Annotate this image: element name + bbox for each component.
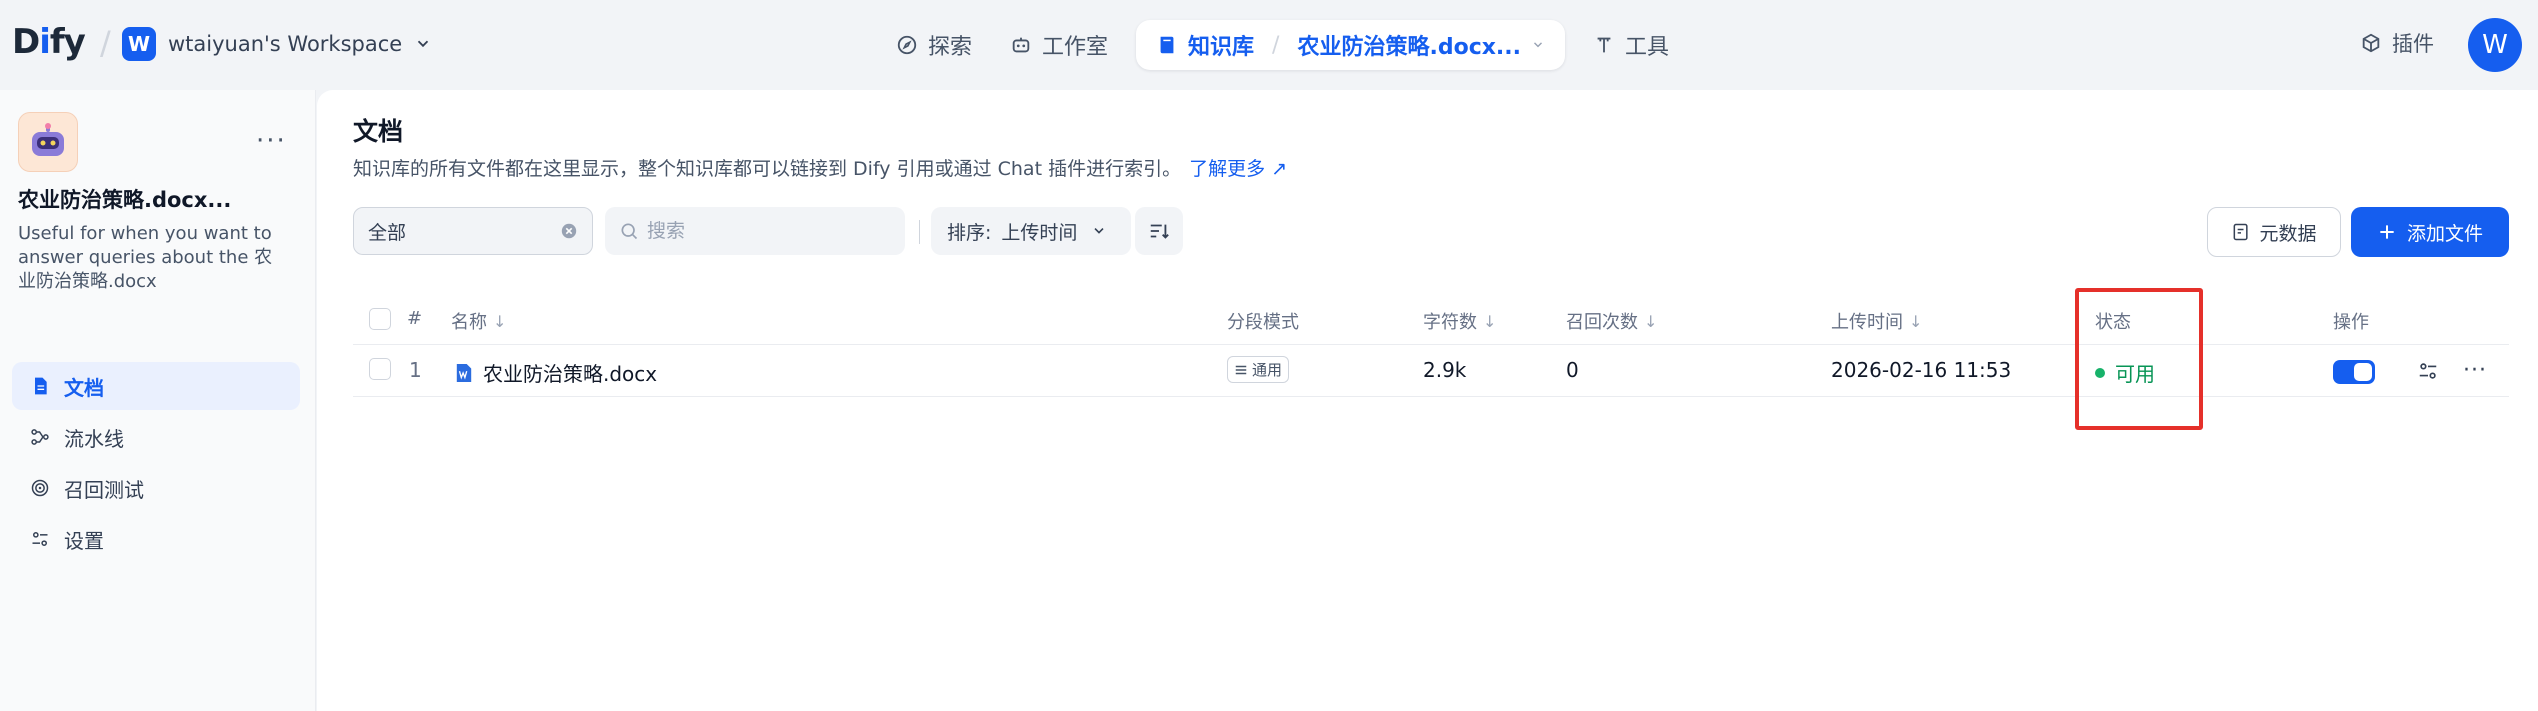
column-mode: 分段模式 <box>1227 312 1299 333</box>
sort-order-button[interactable] <box>1135 207 1183 255</box>
status-filter-select[interactable]: 全部 <box>353 207 593 255</box>
plus-icon <box>2380 225 2394 239</box>
checkbox[interactable] <box>369 308 391 330</box>
target-icon <box>31 479 49 497</box>
edit-document-icon <box>2234 223 2249 241</box>
breadcrumb-dataset[interactable]: 农业防治策略.docx... <box>1297 29 1521 61</box>
sidebar-item-settings[interactable]: 设置 <box>12 515 300 563</box>
column-actions: 操作 <box>2333 312 2369 333</box>
metadata-button[interactable]: 元数据 <box>2207 207 2341 257</box>
clear-icon[interactable] <box>560 222 578 240</box>
status-dot-icon <box>2095 367 2105 378</box>
dify-logo[interactable]: Dify <box>12 22 86 62</box>
enable-toggle[interactable] <box>2333 360 2375 384</box>
status-badge: 可用 <box>2095 358 2155 387</box>
settings-icon <box>2419 363 2437 379</box>
separator: / <box>100 24 111 62</box>
main-content: 文档 知识库的所有文件都在这里显示，整个知识库都可以链接到 Dify 引用或通过… <box>317 90 2538 711</box>
sort-descending-icon <box>1150 224 1169 239</box>
chunk-settings-button[interactable] <box>2417 360 2439 382</box>
column-index: # <box>407 308 423 329</box>
sort-arrow-icon: ↓ <box>1483 311 1497 331</box>
word-file-icon <box>456 363 472 382</box>
checkbox[interactable] <box>369 358 391 380</box>
search-icon <box>621 223 638 240</box>
workspace-switcher[interactable]: W wtaiyuan's Workspace <box>122 27 432 61</box>
learn-more-link[interactable]: 了解更多 ↗ <box>1189 158 1287 180</box>
char-count: 2.9k <box>1423 358 1467 382</box>
chevron-down-icon <box>1094 228 1104 234</box>
tools-icon <box>1597 37 1611 53</box>
nav-studio[interactable]: 工作室 <box>994 20 1124 70</box>
workspace-name: wtaiyuan's Workspace <box>168 32 403 56</box>
sort-arrow-icon: ↓ <box>1644 311 1658 331</box>
sidebar-item-retrieval-test[interactable]: 召回测试 <box>12 464 300 512</box>
search-box <box>605 207 905 255</box>
row-divider <box>353 344 2509 345</box>
chevron-down-icon <box>1534 42 1542 48</box>
nav-knowledge[interactable]: 知识库 / 农业防治策略.docx... <box>1136 20 1565 70</box>
select-all-checkbox[interactable] <box>369 308 391 330</box>
robot-icon <box>32 123 64 156</box>
sort-arrow-icon: ↓ <box>1909 311 1923 331</box>
sidebar-item-documents[interactable]: 文档 <box>12 362 300 410</box>
sidebar-item-pipeline[interactable]: 流水线 <box>12 413 300 461</box>
column-name[interactable]: 名称 ↓ <box>451 308 506 334</box>
sort-arrow-icon: ↓ <box>493 311 507 331</box>
search-input[interactable] <box>647 220 887 242</box>
plugins-button[interactable]: 插件 <box>2360 28 2434 58</box>
nav-explore[interactable]: 探索 <box>880 20 988 70</box>
sidebar-menu: 文档 流水线 召回测试 设置 <box>12 362 300 566</box>
document-name[interactable]: 农业防治策略.docx <box>455 358 657 387</box>
row-checkbox[interactable] <box>369 358 391 380</box>
main-nav: 探索 工作室 知识库 / 农业防治策略.docx... 工具 <box>880 20 1685 70</box>
column-recall[interactable]: 召回次数 ↓ <box>1566 308 1657 334</box>
recall-count: 0 <box>1566 358 1579 382</box>
dataset-icon <box>18 112 78 172</box>
nav-tools[interactable]: 工具 <box>1577 20 1685 70</box>
sidebar: ··· 农业防治策略.docx... Useful for when you w… <box>0 90 316 711</box>
divider <box>919 220 920 244</box>
chevron-down-icon <box>418 40 429 48</box>
column-upload-time[interactable]: 上传时间 ↓ <box>1831 308 1922 334</box>
robot-icon <box>1012 37 1030 53</box>
book-icon <box>1160 36 1174 54</box>
chunk-mode-tag: 通用 <box>1227 356 1290 383</box>
list-icon <box>1235 365 1247 374</box>
top-bar: Dify / W wtaiyuan's Workspace 探索 工作室 知识库… <box>0 0 2538 90</box>
dataset-name: 农业防治策略.docx... <box>18 188 232 212</box>
column-status: 状态 <box>2095 312 2131 333</box>
page-description: 知识库的所有文件都在这里显示，整个知识库都可以链接到 Dify 引用或通过 Ch… <box>353 158 1288 180</box>
user-avatar[interactable]: W <box>2468 18 2522 72</box>
column-chars[interactable]: 字符数 ↓ <box>1423 308 1496 334</box>
add-file-button[interactable]: 添加文件 <box>2351 207 2509 257</box>
row-index: 1 <box>409 358 422 382</box>
cube-icon <box>2362 33 2380 53</box>
upload-time: 2026-02-16 11:53 <box>1831 358 2012 382</box>
workspace-avatar: W <box>122 27 156 61</box>
settings-icon <box>32 532 48 546</box>
pipeline-icon <box>31 429 49 445</box>
row-divider <box>353 396 2509 397</box>
dataset-more-button[interactable]: ··· <box>256 126 287 156</box>
compass-icon <box>897 35 917 55</box>
more-actions-button[interactable]: ··· <box>2463 358 2487 383</box>
document-icon <box>35 377 47 395</box>
page-title: 文档 <box>353 117 404 146</box>
dataset-description: Useful for when you want to answer queri… <box>18 223 273 292</box>
sort-select[interactable]: 排序: 上传时间 <box>931 207 1131 255</box>
